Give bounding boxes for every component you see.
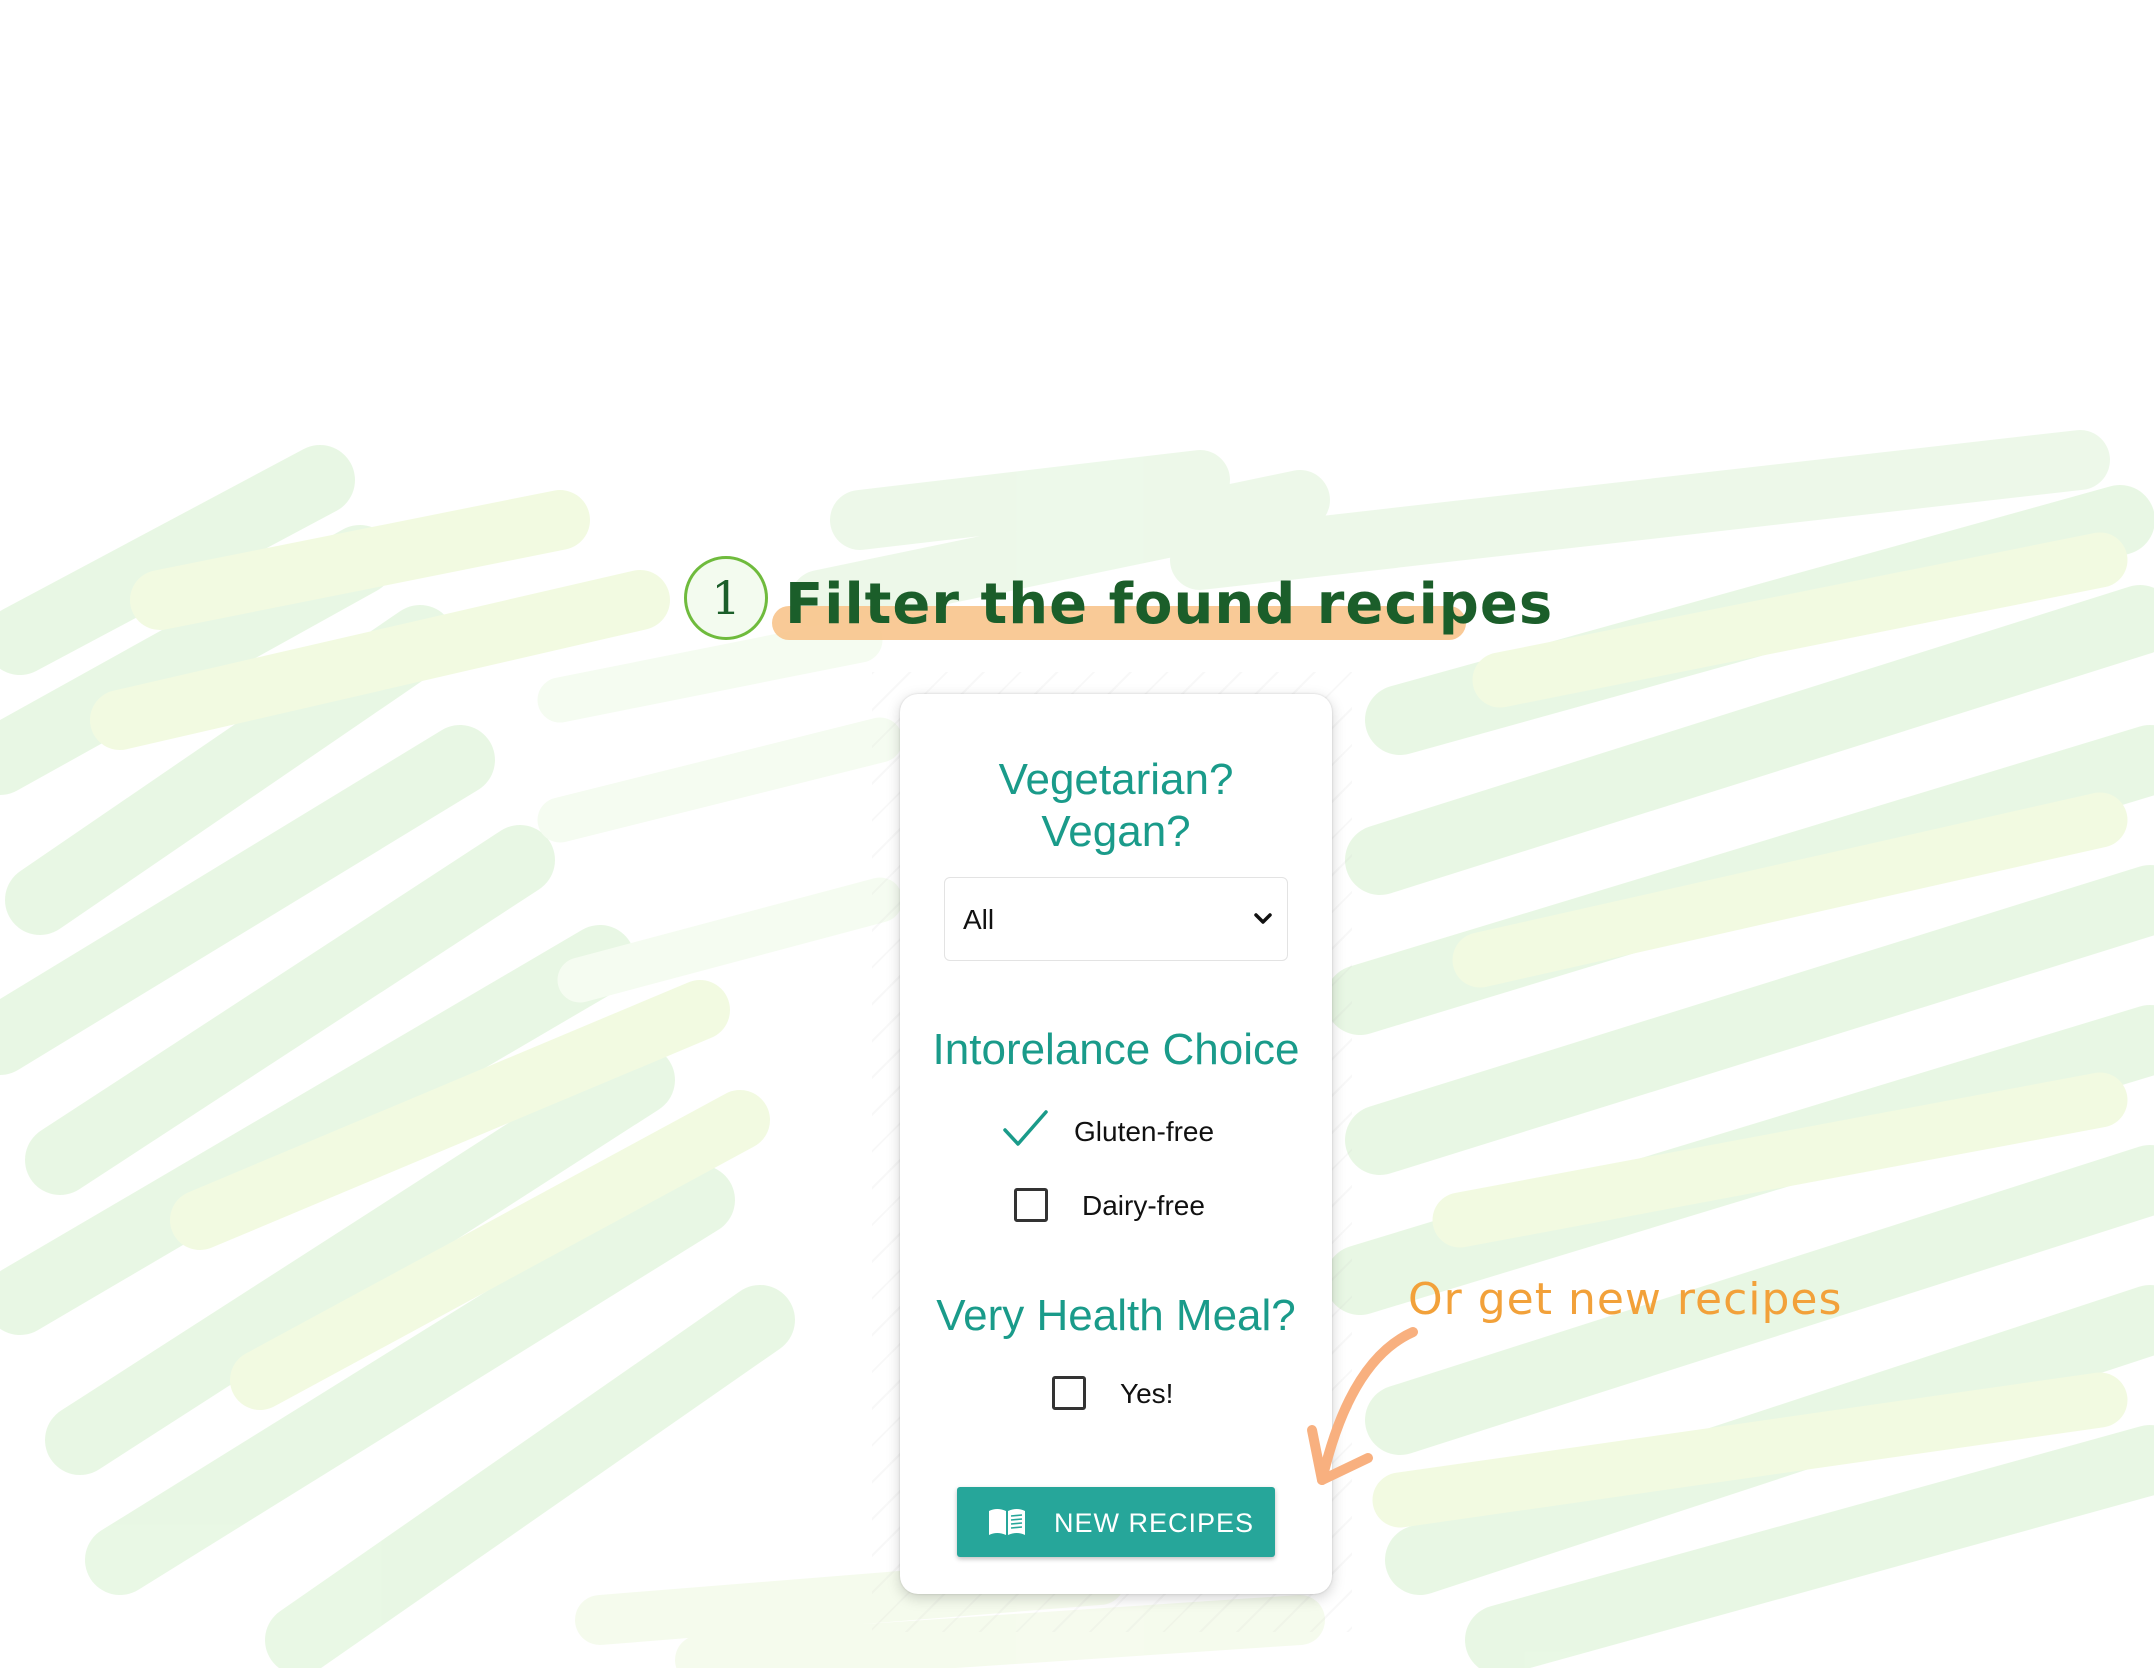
- healthy-yes-checkbox[interactable]: [1052, 1376, 1086, 1410]
- open-book-icon: [989, 1509, 1025, 1535]
- healthy-yes-label: Yes!: [1120, 1378, 1174, 1409]
- dairy-free-label: Dairy-free: [1082, 1190, 1205, 1221]
- chevron-down-icon: [1254, 913, 1272, 924]
- checkmark-icon: [1003, 1110, 1048, 1146]
- healthy-yes-option[interactable]: Yes!: [1052, 1376, 1192, 1416]
- intolerance-title: Intorelance Choice: [932, 1025, 1300, 1074]
- diet-select-value: All: [963, 904, 995, 935]
- step-number-badge: 1: [684, 556, 768, 640]
- dairy-free-checkbox[interactable]: [1014, 1188, 1048, 1222]
- diet-title-line1: Vegetarian?: [998, 755, 1234, 804]
- step-title: Filter the found recipes: [785, 572, 1554, 637]
- curved-arrow-icon: [1307, 1327, 1418, 1485]
- diet-select[interactable]: All: [944, 877, 1288, 961]
- gluten-free-option[interactable]: Gluten-free: [1002, 1110, 1242, 1154]
- new-recipes-label: NEW RECIPES: [1054, 1508, 1255, 1538]
- diet-title-line2: Vegan?: [1041, 807, 1191, 856]
- annotation-text: Or get new recipes: [1408, 1274, 1843, 1325]
- dairy-free-option[interactable]: Dairy-free: [1014, 1188, 1234, 1228]
- new-recipes-button[interactable]: NEW RECIPES: [957, 1487, 1275, 1557]
- step-heading: 1 Filter the found recipes: [682, 554, 1552, 654]
- gluten-free-label: Gluten-free: [1074, 1116, 1215, 1147]
